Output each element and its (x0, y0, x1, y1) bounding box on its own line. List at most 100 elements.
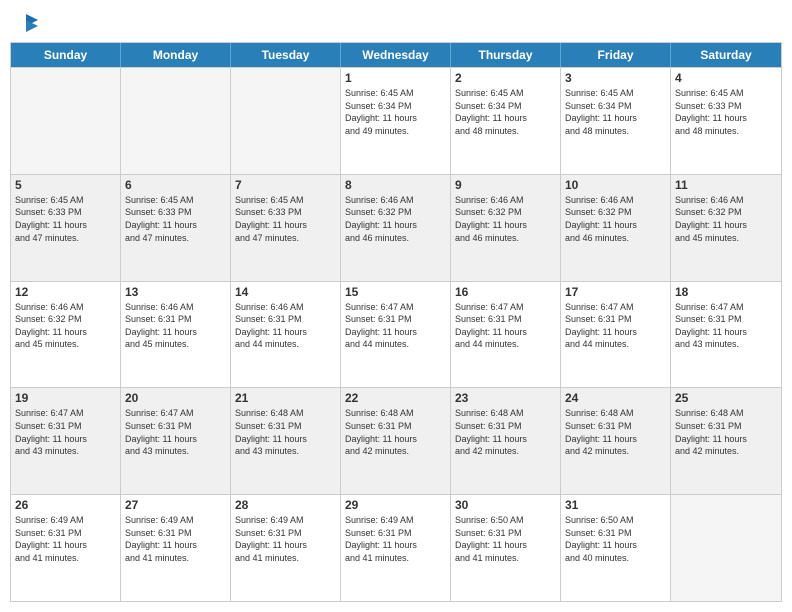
day-number: 7 (235, 178, 336, 192)
cell-info: Sunrise: 6:46 AMSunset: 6:31 PMDaylight:… (125, 301, 226, 351)
day-number: 25 (675, 391, 777, 405)
cal-cell: 29 Sunrise: 6:49 AMSunset: 6:31 PMDayligh… (341, 495, 451, 601)
cal-cell: 5Sunrise: 6:45 AMSunset: 6:33 PMDaylight… (11, 175, 121, 281)
page: SundayMondayTuesdayWednesdayThursdayFrid… (0, 0, 792, 612)
logo-flag-icon (12, 10, 40, 38)
day-number: 17 (565, 285, 666, 299)
cal-row: 26 Sunrise: 6:49 AMSunset: 6:31 PMDayligh… (11, 494, 781, 601)
cell-info: Sunrise: 6:47 AMSunset: 6:31 PMDaylight:… (15, 407, 116, 457)
day-number: 21 (235, 391, 336, 405)
cal-cell: 3 Sunrise: 6:45 AMSunset: 6:34 PMDaylight… (561, 68, 671, 174)
cell-info: Sunrise: 6:46 AMSunset: 6:31 PMDaylight:… (235, 301, 336, 351)
day-number: 26 (15, 498, 116, 512)
cell-info: Sunrise: 6:46 AMSunset: 6:32 PMDaylight:… (565, 194, 666, 244)
cal-cell: 31 Sunrise: 6:50 AMSunset: 6:31 PMDayligh… (561, 495, 671, 601)
cal-row: 1Sunrise: 6:45 AMSunset: 6:34 PMDaylight… (11, 67, 781, 174)
cal-row: 5Sunrise: 6:45 AMSunset: 6:33 PMDaylight… (11, 174, 781, 281)
cal-cell: 28Sunrise: 6:49 AMSunset: 6:31 PMDayligh… (231, 495, 341, 601)
cal-cell: 17 Sunrise: 6:47 AMSunset: 6:31 PMDayligh… (561, 282, 671, 388)
header (10, 10, 782, 34)
cell-info: Sunrise: 6:46 AMSunset: 6:32 PMDaylight:… (455, 194, 556, 244)
day-number: 11 (675, 178, 777, 192)
cell-info: Sunrise: 6:47 AMSunset: 6:31 PMDaylight:… (345, 301, 446, 351)
cell-info: Sunrise: 6:45 AMSunset: 6:34 PMDaylight:… (565, 87, 666, 137)
cell-info: Sunrise: 6:45 AMSunset: 6:33 PMDaylight:… (15, 194, 116, 244)
day-number: 14 (235, 285, 336, 299)
cal-cell: 16Sunrise: 6:47 AMSunset: 6:31 PMDayligh… (451, 282, 561, 388)
cell-info: Sunrise: 6:45 AMSunset: 6:34 PMDaylight:… (345, 87, 446, 137)
cell-info: Sunrise: 6:46 AMSunset: 6:32 PMDaylight:… (675, 194, 777, 244)
day-number: 8 (345, 178, 446, 192)
cal-cell: 25 Sunrise: 6:48 AMSunset: 6:31 PMDayligh… (671, 388, 781, 494)
cal-cell: 7 Sunrise: 6:45 AMSunset: 6:33 PMDaylight… (231, 175, 341, 281)
cell-info: Sunrise: 6:50 AMSunset: 6:31 PMDaylight:… (455, 514, 556, 564)
cell-info: Sunrise: 6:49 AMSunset: 6:31 PMDaylight:… (235, 514, 336, 564)
day-number: 10 (565, 178, 666, 192)
day-number: 31 (565, 498, 666, 512)
cal-cell: 2 Sunrise: 6:45 AMSunset: 6:34 PMDaylight… (451, 68, 561, 174)
cell-info: Sunrise: 6:47 AMSunset: 6:31 PMDaylight:… (565, 301, 666, 351)
cal-header-cell: Friday (561, 43, 671, 67)
cal-cell: 12 Sunrise: 6:46 AMSunset: 6:32 PMDayligh… (11, 282, 121, 388)
cal-header-cell: Saturday (671, 43, 781, 67)
cell-info: Sunrise: 6:46 AMSunset: 6:32 PMDaylight:… (15, 301, 116, 351)
cal-cell (231, 68, 341, 174)
cal-cell: 19 Sunrise: 6:47 AMSunset: 6:31 PMDayligh… (11, 388, 121, 494)
day-number: 16 (455, 285, 556, 299)
day-number: 23 (455, 391, 556, 405)
cal-cell: 30Sunrise: 6:50 AMSunset: 6:31 PMDayligh… (451, 495, 561, 601)
cal-cell: 8 Sunrise: 6:46 AMSunset: 6:32 PMDaylight… (341, 175, 451, 281)
cell-info: Sunrise: 6:45 AMSunset: 6:33 PMDaylight:… (125, 194, 226, 244)
cal-cell: 15 Sunrise: 6:47 AMSunset: 6:31 PMDayligh… (341, 282, 451, 388)
day-number: 18 (675, 285, 777, 299)
cal-cell: 22 Sunrise: 6:48 AMSunset: 6:31 PMDayligh… (341, 388, 451, 494)
cal-cell: 6Sunrise: 6:45 AMSunset: 6:33 PMDaylight… (121, 175, 231, 281)
cell-info: Sunrise: 6:47 AMSunset: 6:31 PMDaylight:… (675, 301, 777, 351)
cal-header-cell: Thursday (451, 43, 561, 67)
calendar-body: 1Sunrise: 6:45 AMSunset: 6:34 PMDaylight… (11, 67, 781, 601)
day-number: 20 (125, 391, 226, 405)
cell-info: Sunrise: 6:50 AMSunset: 6:31 PMDaylight:… (565, 514, 666, 564)
day-number: 9 (455, 178, 556, 192)
cell-info: Sunrise: 6:48 AMSunset: 6:31 PMDaylight:… (565, 407, 666, 457)
cal-cell: 11 Sunrise: 6:46 AMSunset: 6:32 PMDayligh… (671, 175, 781, 281)
cal-cell (121, 68, 231, 174)
cell-info: Sunrise: 6:46 AMSunset: 6:32 PMDaylight:… (345, 194, 446, 244)
day-number: 4 (675, 71, 777, 85)
cal-cell: 4 Sunrise: 6:45 AMSunset: 6:33 PMDaylight… (671, 68, 781, 174)
day-number: 29 (345, 498, 446, 512)
cell-info: Sunrise: 6:48 AMSunset: 6:31 PMDaylight:… (345, 407, 446, 457)
day-number: 19 (15, 391, 116, 405)
day-number: 22 (345, 391, 446, 405)
day-number: 13 (125, 285, 226, 299)
cal-cell (11, 68, 121, 174)
cal-cell: 24Sunrise: 6:48 AMSunset: 6:31 PMDayligh… (561, 388, 671, 494)
day-number: 15 (345, 285, 446, 299)
cal-cell (671, 495, 781, 601)
cal-header-cell: Sunday (11, 43, 121, 67)
cal-cell: 9 Sunrise: 6:46 AMSunset: 6:32 PMDaylight… (451, 175, 561, 281)
cell-info: Sunrise: 6:48 AMSunset: 6:31 PMDaylight:… (675, 407, 777, 457)
day-number: 12 (15, 285, 116, 299)
cal-row: 19 Sunrise: 6:47 AMSunset: 6:31 PMDayligh… (11, 387, 781, 494)
cal-cell: 20Sunrise: 6:47 AMSunset: 6:31 PMDayligh… (121, 388, 231, 494)
cal-header-cell: Tuesday (231, 43, 341, 67)
day-number: 2 (455, 71, 556, 85)
cal-cell: 10 Sunrise: 6:46 AMSunset: 6:32 PMDayligh… (561, 175, 671, 281)
cell-info: Sunrise: 6:49 AMSunset: 6:31 PMDaylight:… (345, 514, 446, 564)
cal-header-cell: Monday (121, 43, 231, 67)
cal-cell: 14 Sunrise: 6:46 AMSunset: 6:31 PMDayligh… (231, 282, 341, 388)
cell-info: Sunrise: 6:45 AMSunset: 6:33 PMDaylight:… (675, 87, 777, 137)
cell-info: Sunrise: 6:45 AMSunset: 6:33 PMDaylight:… (235, 194, 336, 244)
cal-cell: 27Sunrise: 6:49 AMSunset: 6:31 PMDayligh… (121, 495, 231, 601)
cell-info: Sunrise: 6:48 AMSunset: 6:31 PMDaylight:… (235, 407, 336, 457)
cal-header-cell: Wednesday (341, 43, 451, 67)
calendar-header-row: SundayMondayTuesdayWednesdayThursdayFrid… (11, 43, 781, 67)
cell-info: Sunrise: 6:49 AMSunset: 6:31 PMDaylight:… (15, 514, 116, 564)
cal-row: 12 Sunrise: 6:46 AMSunset: 6:32 PMDayligh… (11, 281, 781, 388)
cell-info: Sunrise: 6:48 AMSunset: 6:31 PMDaylight:… (455, 407, 556, 457)
day-number: 27 (125, 498, 226, 512)
cell-info: Sunrise: 6:45 AMSunset: 6:34 PMDaylight:… (455, 87, 556, 137)
cal-cell: 26 Sunrise: 6:49 AMSunset: 6:31 PMDayligh… (11, 495, 121, 601)
day-number: 3 (565, 71, 666, 85)
